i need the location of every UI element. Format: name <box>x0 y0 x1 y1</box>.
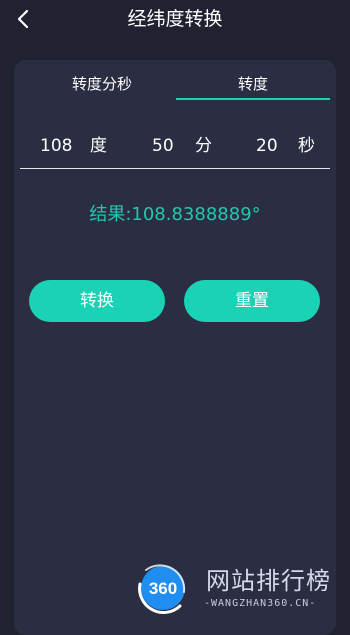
dms-input-row: 108 度 50 分 20 秒 <box>20 130 330 169</box>
header: 经纬度转换 <box>0 0 350 40</box>
result-label: 结果: <box>89 204 132 225</box>
page-title: 经纬度转换 <box>127 8 223 30</box>
converter-card: 转度分秒 转度 108 度 50 分 20 秒 结果:108.8388889° … <box>14 60 336 635</box>
tab-to-degree[interactable]: 转度 <box>176 72 330 100</box>
reset-button[interactable]: 重置 <box>184 280 320 322</box>
tab-bar: 转度分秒 转度 <box>14 60 336 100</box>
active-tab-indicator <box>176 98 330 100</box>
watermark-title: 网站排行榜 <box>206 567 331 595</box>
result-value: 108.8388889° <box>131 204 261 225</box>
site-watermark: 360 网站排行榜 -WANGZHAN360.CN- <box>134 558 346 618</box>
watermark-subtitle: -WANGZHAN360.CN- <box>204 598 317 609</box>
convert-button[interactable]: 转换 <box>29 280 165 322</box>
tab-to-dms[interactable]: 转度分秒 <box>32 72 172 100</box>
minute-unit-label: 分 <box>195 136 212 156</box>
second-input[interactable]: 20 <box>256 134 284 158</box>
minute-input[interactable]: 50 <box>152 134 180 158</box>
360-logo-icon: 360 <box>138 564 186 614</box>
degree-input[interactable]: 108 <box>40 134 80 158</box>
second-unit-label: 秒 <box>298 136 315 156</box>
tab-to-degree-label: 转度 <box>237 75 268 93</box>
logo-text: 360 <box>149 579 177 598</box>
result-text: 结果:108.8388889° <box>14 202 336 228</box>
degree-unit-label: 度 <box>90 136 107 156</box>
